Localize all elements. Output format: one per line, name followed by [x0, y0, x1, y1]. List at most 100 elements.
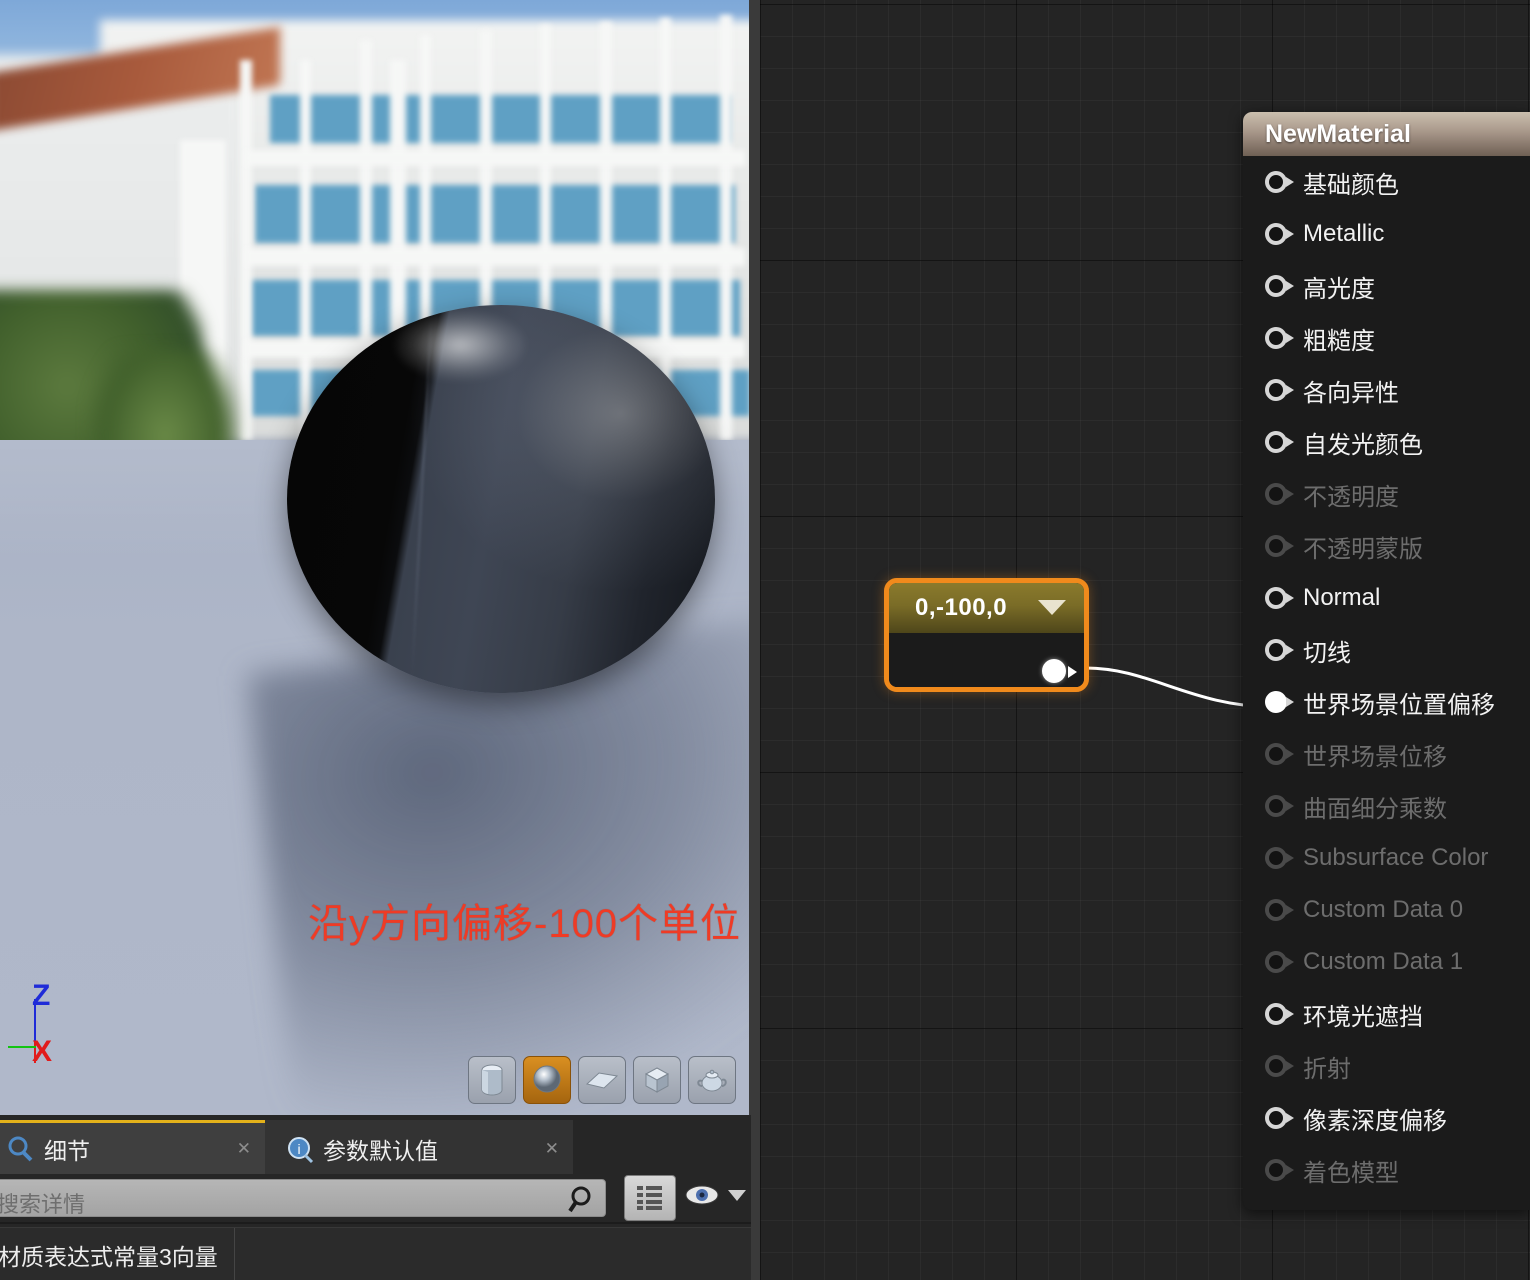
material-input-pin[interactable] — [1265, 951, 1294, 973]
pin-arrow-icon — [1286, 645, 1294, 655]
material-input-pin[interactable] — [1265, 899, 1294, 921]
material-pin-row[interactable]: Custom Data 0 — [1243, 884, 1530, 936]
material-input-pin[interactable] — [1265, 1107, 1294, 1129]
material-pin-label: 不透明蒙版 — [1303, 535, 1423, 563]
material-input-pin[interactable] — [1265, 795, 1294, 817]
material-input-pin[interactable] — [1265, 379, 1294, 401]
material-node-header[interactable]: NewMaterial — [1243, 112, 1530, 156]
teapot-preview-button[interactable] — [688, 1056, 736, 1104]
material-input-pin[interactable] — [1265, 327, 1294, 349]
material-pin-label: 粗糙度 — [1303, 327, 1375, 355]
material-input-pin[interactable] — [1265, 1003, 1294, 1025]
pin-ring-icon — [1265, 1159, 1287, 1181]
tab-parameter-defaults[interactable]: i 参数默认值 ✕ — [265, 1120, 573, 1174]
output-pin-arrow-icon — [1068, 666, 1077, 678]
material-pin-row[interactable]: 着色模型 — [1243, 1144, 1530, 1196]
material-pin-row[interactable]: 切线 — [1243, 624, 1530, 676]
material-graph-canvas[interactable]: 0,-100,0 NewMaterial 基础颜色 Metallic 高光度粗糙度各… — [751, 0, 1530, 1280]
plane-preview-button[interactable] — [578, 1056, 626, 1104]
material-input-pin[interactable] — [1265, 171, 1294, 193]
close-icon[interactable]: ✕ — [519, 1139, 559, 1159]
material-pin-label: 切线 — [1303, 639, 1351, 667]
material-pin-row[interactable]: 不透明蒙版 — [1243, 520, 1530, 572]
material-pin-row[interactable]: 像素深度偏移 — [1243, 1092, 1530, 1144]
grid-view-button[interactable] — [624, 1175, 676, 1221]
x-axis-label: X — [32, 1035, 53, 1068]
material-pin-row[interactable]: 粗糙度 — [1243, 312, 1530, 364]
details-tabstrip[interactable]: 细节 ✕ i 参数默认值 ✕ — [0, 1120, 751, 1174]
pin-ring-icon — [1265, 639, 1287, 661]
material-pin-row[interactable]: 各向异性 — [1243, 364, 1530, 416]
pin-arrow-icon — [1286, 541, 1294, 551]
pin-arrow-icon — [1286, 385, 1294, 395]
chevron-down-icon[interactable] — [1038, 600, 1066, 615]
material-output-node[interactable]: NewMaterial 基础颜色 Metallic 高光度粗糙度各向异性自发光颜色不… — [1243, 112, 1530, 1210]
material-pin-row[interactable]: 世界场景位移 — [1243, 728, 1530, 780]
pin-arrow-icon — [1286, 853, 1294, 863]
tab-parameter-defaults-label: 参数默认值 — [323, 1137, 438, 1164]
pin-arrow-icon — [1286, 593, 1294, 603]
material-pin-label: Subsurface Color — [1303, 844, 1489, 871]
constant3vector-node[interactable]: 0,-100,0 — [884, 578, 1089, 692]
material-pin-row[interactable]: Subsurface Color — [1243, 832, 1530, 884]
material-input-pin[interactable] — [1265, 483, 1294, 505]
cube-preview-button[interactable] — [633, 1056, 681, 1104]
magnifier-icon[interactable] — [567, 1183, 599, 1220]
pin-ring-icon — [1265, 691, 1287, 713]
search-input[interactable]: 搜索详情 — [0, 1179, 606, 1217]
constant3vector-value: 0,-100,0 — [915, 594, 1008, 621]
output-pin[interactable] — [1042, 659, 1066, 683]
material-input-pin[interactable] — [1265, 691, 1294, 713]
material-input-pin[interactable] — [1265, 743, 1294, 765]
pin-arrow-icon — [1286, 1009, 1294, 1019]
material-input-pin[interactable] — [1265, 587, 1294, 609]
material-pin-label: 高光度 — [1303, 275, 1375, 303]
material-input-pin[interactable] — [1265, 1159, 1294, 1181]
material-node-title: NewMaterial — [1265, 119, 1411, 148]
preview-shape-toolbar[interactable] — [468, 1056, 740, 1106]
floor-band — [245, 150, 745, 166]
pin-ring-icon — [1265, 847, 1287, 869]
material-pin-row[interactable]: 不透明度 — [1243, 468, 1530, 520]
pin-arrow-icon — [1286, 1165, 1294, 1175]
tab-details[interactable]: 细节 ✕ — [0, 1120, 265, 1174]
material-pin-row[interactable]: 折射 — [1243, 1040, 1530, 1092]
material-input-pin[interactable] — [1265, 431, 1294, 453]
annotation-text: 沿y方向偏移-100个单位 — [308, 902, 742, 946]
material-pin-row[interactable]: Metallic — [1243, 208, 1530, 260]
sphere-preview-button[interactable] — [523, 1056, 571, 1104]
material-pin-row[interactable]: Custom Data 1 — [1243, 936, 1530, 988]
material-pin-row[interactable]: 高光度 — [1243, 260, 1530, 312]
material-pin-list: 基础颜色 Metallic 高光度粗糙度各向异性自发光颜色不透明度不透明蒙版 Norm… — [1243, 156, 1530, 1196]
material-pin-row[interactable]: 基础颜色 — [1243, 156, 1530, 208]
cylinder-preview-button[interactable] — [468, 1056, 516, 1104]
axis-gizmo: Z X — [8, 979, 88, 1080]
constant3vector-node-header[interactable]: 0,-100,0 — [889, 583, 1084, 633]
chevron-down-icon[interactable] — [726, 1188, 748, 1207]
detail-column-divider — [234, 1228, 235, 1280]
visibility-controls[interactable] — [684, 1182, 748, 1213]
detail-property-row[interactable]: 材质表达式常量3向量 — [0, 1227, 751, 1280]
material-input-pin[interactable] — [1265, 535, 1294, 557]
material-input-pin[interactable] — [1265, 275, 1294, 297]
material-pin-row[interactable]: 自发光颜色 — [1243, 416, 1530, 468]
material-pin-label: Normal — [1303, 584, 1381, 611]
eye-icon[interactable] — [684, 1182, 720, 1213]
pin-ring-icon — [1265, 431, 1287, 453]
material-pin-row[interactable]: 曲面细分乘数 — [1243, 780, 1530, 832]
material-input-pin[interactable] — [1265, 847, 1294, 869]
material-pin-row[interactable]: Normal — [1243, 572, 1530, 624]
pin-arrow-icon — [1286, 749, 1294, 759]
material-preview-viewport[interactable]: 沿y方向偏移-100个单位 Z X — [0, 0, 751, 1115]
material-input-pin[interactable] — [1265, 639, 1294, 661]
material-pin-row[interactable]: 世界场景位置偏移 — [1243, 676, 1530, 728]
material-pin-label: 自发光颜色 — [1303, 431, 1423, 459]
svg-text:i: i — [297, 1141, 300, 1157]
pin-ring-icon — [1265, 795, 1287, 817]
close-icon[interactable]: ✕ — [211, 1139, 251, 1159]
material-pin-row[interactable]: 环境光遮挡 — [1243, 988, 1530, 1040]
material-input-pin[interactable] — [1265, 1055, 1294, 1077]
pin-arrow-icon — [1286, 1113, 1294, 1123]
material-input-pin[interactable] — [1265, 223, 1294, 245]
material-pin-label: Metallic — [1303, 220, 1385, 247]
